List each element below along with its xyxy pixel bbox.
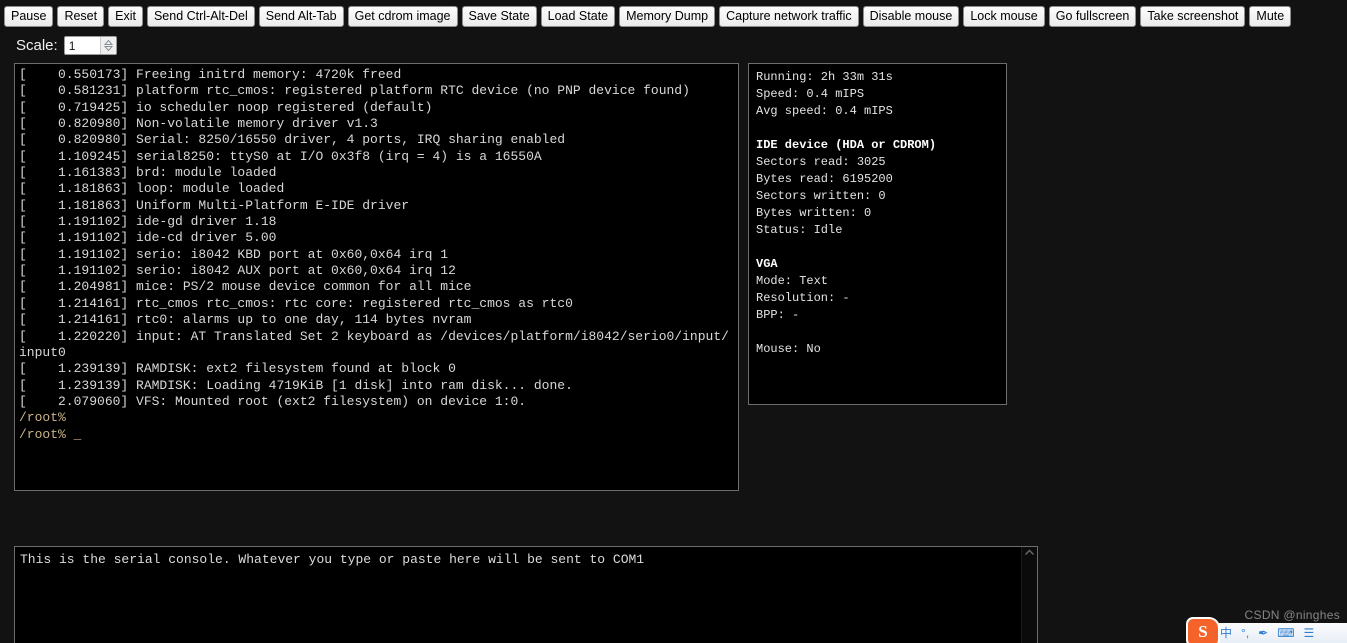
vm-boot-log: [ 0.550173] Freeing initrd memory: 4720k… [19, 67, 729, 409]
mouse-status: Mouse: No [756, 342, 821, 356]
exit-button[interactable]: Exit [108, 6, 143, 27]
disable-mouse-button[interactable]: Disable mouse [862, 6, 960, 27]
scale-stepper-arrows[interactable] [99, 36, 116, 54]
get-cdrom-image-button[interactable]: Get cdrom image [347, 6, 458, 27]
toolbar: Pause Reset Exit Send Ctrl-Alt-Del Send … [0, 0, 1347, 27]
sectors-written: Sectors written: 0 [756, 189, 886, 203]
chinese-mode-icon[interactable]: 中 [1220, 627, 1232, 639]
vm-prompt-line-1: /root% [19, 410, 66, 426]
scale-stepper[interactable]: 1 [63, 35, 117, 55]
load-state-button[interactable]: Load State [540, 6, 616, 27]
vm-screen[interactable]: [ 0.550173] Freeing initrd memory: 4720k… [14, 63, 739, 491]
serial-console-banner[interactable]: This is the serial console. Whatever you… [15, 547, 1021, 643]
vm-info-panel: Running: 2h 33m 31s Speed: 0.4 mIPS Avg … [748, 63, 1007, 405]
sogou-logo-icon[interactable]: S [1188, 619, 1218, 643]
sectors-read: Sectors read: 3025 [756, 155, 886, 169]
memory-dump-button[interactable]: Memory Dump [619, 6, 716, 27]
scale-input[interactable]: 1 [65, 37, 100, 54]
scroll-up-icon[interactable] [1022, 549, 1037, 556]
pen-icon[interactable]: ✒ [1258, 627, 1268, 639]
pause-button[interactable]: Pause [4, 6, 54, 27]
send-alt-tab-button[interactable]: Send Alt-Tab [258, 6, 344, 27]
serial-console[interactable]: This is the serial console. Whatever you… [14, 546, 1038, 643]
mute-button[interactable]: Mute [1249, 6, 1292, 27]
punctuation-icon[interactable]: °, [1241, 627, 1249, 639]
ime-toolbar[interactable]: S 中 °, ✒ ⌨ ☰ [1188, 619, 1347, 643]
ide-device-heading: IDE device (HDA or CDROM) [756, 138, 937, 152]
serial-console-scrollbar[interactable] [1021, 547, 1037, 643]
vm-prompt-line-2: /root% _ [19, 426, 82, 442]
speed: Speed: 0.4 mIPS [756, 87, 865, 101]
chevron-down-icon [103, 45, 113, 51]
scale-label: Scale: [16, 36, 58, 54]
keyboard-icon[interactable]: ⌨ [1277, 627, 1294, 639]
vga-bpp: BPP: - [756, 308, 800, 322]
vga-resolution: Resolution: - [756, 291, 850, 305]
scale-control-row: Scale: 1 [0, 27, 1347, 57]
reset-button[interactable]: Reset [57, 6, 105, 27]
capture-network-traffic-button[interactable]: Capture network traffic [719, 6, 859, 27]
bytes-written: Bytes written: 0 [756, 206, 872, 220]
bytes-read: Bytes read: 6195200 [756, 172, 893, 186]
main-area: [ 0.550173] Freeing initrd memory: 4720k… [0, 63, 1347, 503]
lock-mouse-button[interactable]: Lock mouse [963, 6, 1045, 27]
vga-mode: Mode: Text [756, 274, 829, 288]
take-screenshot-button[interactable]: Take screenshot [1140, 6, 1246, 27]
chevron-up-icon [103, 39, 113, 45]
vga-heading: VGA [756, 257, 778, 271]
csdn-watermark: CSDN @ninghes [1244, 608, 1340, 622]
avg-speed: Avg speed: 0.4 mIPS [756, 104, 893, 118]
save-state-button[interactable]: Save State [461, 6, 537, 27]
running-time: Running: 2h 33m 31s [756, 70, 893, 84]
send-ctrl-alt-del-button[interactable]: Send Ctrl-Alt-Del [146, 6, 255, 27]
ide-status: Status: Idle [756, 223, 843, 237]
go-fullscreen-button[interactable]: Go fullscreen [1048, 6, 1137, 27]
toolbox-icon[interactable]: ☰ [1304, 627, 1315, 639]
